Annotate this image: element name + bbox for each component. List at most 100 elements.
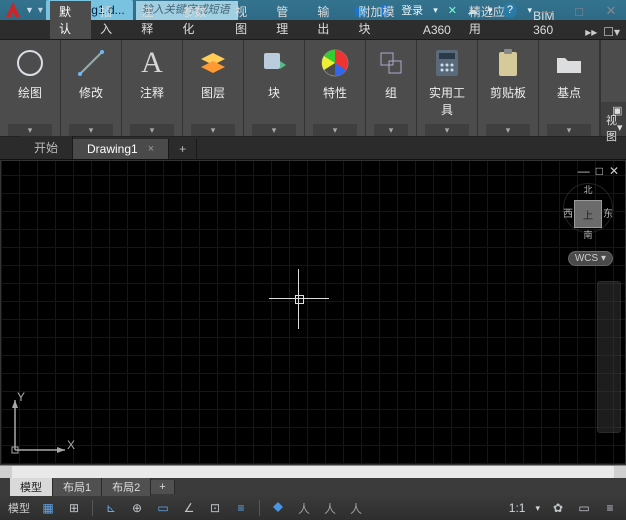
app-menu-dropdown-icon[interactable]: ▼ (25, 5, 34, 15)
panel-label: 绘图 (18, 84, 42, 101)
wcs-dropdown[interactable]: WCS ▾ (568, 251, 613, 266)
panel-label: 修改 (79, 84, 103, 101)
panel-expand-icon[interactable]: ▾ (313, 124, 357, 136)
swatch-icon[interactable] (318, 46, 352, 80)
track-icon[interactable]: ∠ (181, 500, 197, 516)
customize-icon[interactable]: ≡ (602, 500, 618, 516)
draw-icon[interactable] (13, 46, 47, 80)
doctab-start[interactable]: 开始 (20, 136, 73, 159)
tab-insert[interactable]: 插入 (91, 1, 132, 39)
document-tabs: 开始 Drawing1× + (0, 137, 626, 160)
model-space-label[interactable]: 模型 (8, 500, 30, 516)
ucs-x-label: X (67, 438, 75, 452)
doctab-new[interactable]: + (169, 139, 197, 159)
anno-auto-icon[interactable]: 人 (348, 500, 364, 516)
lineweight-icon[interactable]: ≡ (233, 500, 249, 516)
window-close[interactable]: ✕ (602, 4, 620, 18)
viewport-maximize-icon[interactable]: □ (596, 164, 603, 178)
window-maximize[interactable]: □ (570, 4, 588, 18)
ortho-icon[interactable]: ⊾ (103, 500, 119, 516)
panel-label: 特性 (323, 84, 347, 101)
folder-icon[interactable] (552, 46, 586, 80)
isodraft-icon[interactable] (270, 500, 286, 516)
anno-vis-icon[interactable]: 人 (322, 500, 338, 516)
qat-dropdown-icon[interactable]: ▾ (38, 5, 43, 16)
settings-icon[interactable]: ✿ (550, 500, 566, 516)
panel-expand-icon[interactable]: ▾ (486, 124, 530, 136)
panel-expand-icon[interactable]: ▾ (547, 124, 591, 136)
polar-icon[interactable]: ⊕ (129, 500, 145, 516)
panel-expand-icon[interactable]: ▾ (8, 124, 52, 136)
layout-1[interactable]: 布局1 (53, 478, 102, 496)
viewcube[interactable]: 北 西 上 东 南 (563, 183, 613, 233)
scale-label[interactable]: 1:1 (509, 501, 526, 515)
scale-dropdown-icon[interactable]: ▾ (535, 503, 540, 514)
close-icon[interactable]: × (148, 143, 154, 155)
tab-featured[interactable]: 精选应用 (460, 1, 524, 39)
panel-label: 块 (268, 84, 280, 101)
panel-label: 基点 (557, 84, 581, 101)
workspace-icon[interactable]: ▭ (576, 500, 592, 516)
dynamic-input-icon[interactable]: ⊡ (207, 500, 223, 516)
panel-layers: 图层 ▾ (183, 40, 244, 136)
exchange-icon[interactable]: ✕ (448, 4, 457, 17)
panel-expand-icon[interactable]: ▾ (130, 124, 174, 136)
drawing-canvas[interactable]: — □ ✕ 北 西 上 东 南 WCS ▾ Y X (0, 160, 626, 465)
panel-utilities: 实用工具 ▾ (417, 40, 478, 136)
grid (1, 161, 625, 464)
viewport-close-icon[interactable]: ✕ (609, 164, 619, 178)
navigation-bar[interactable] (597, 281, 621, 433)
tab-view[interactable]: 视图 (226, 1, 267, 39)
modify-icon[interactable] (74, 46, 108, 80)
panel-expand-icon[interactable]: ▾ (374, 124, 408, 136)
layout-model[interactable]: 模型 (10, 478, 53, 496)
panel-block: 块 ▾ (244, 40, 305, 136)
osnap-icon[interactable]: ▭ (155, 500, 171, 516)
group-icon[interactable] (374, 46, 408, 80)
tabs-settings-icon[interactable]: ☐▾ (603, 25, 620, 39)
layout-add[interactable]: + (151, 480, 174, 494)
panel-expand-icon[interactable]: ▾ (252, 124, 296, 136)
grid-toggle-icon[interactable]: ▦ (40, 500, 56, 516)
text-icon[interactable]: A (135, 46, 169, 80)
tab-parametric[interactable]: 参数化 (173, 1, 226, 39)
horizontal-scrollbar[interactable] (0, 465, 626, 478)
tab-addons[interactable]: 附加模块 (350, 1, 414, 39)
ucs-y-label: Y (17, 390, 25, 404)
ribbon: 绘图 ▾ 修改 ▾ A 注释 ▾ 图层 ▾ 块 ▾ 特性 ▾ 组 ▾ 实用工具 … (0, 40, 626, 137)
panel-basepoint: 基点 ▾ (539, 40, 600, 136)
viewport-minimize-icon[interactable]: — (578, 164, 590, 178)
tab-default[interactable]: 默认 (50, 1, 91, 39)
panel-group: 组 ▾ (366, 40, 417, 136)
panel-annotate: A 注释 ▾ (122, 40, 183, 136)
panel-clipboard: 剪贴板 ▾ (478, 40, 539, 136)
layout-2[interactable]: 布局2 (102, 478, 151, 496)
snap-toggle-icon[interactable]: ⊞ (66, 500, 82, 516)
panel-expand-icon[interactable]: ▾ (425, 124, 469, 136)
calculator-icon[interactable] (430, 46, 464, 80)
ribbon-tabs: 默认 插入 注释 参数化 视图 管理 输出 附加模块 A360 精选应用 BIM… (0, 20, 626, 40)
layers-icon[interactable] (196, 46, 230, 80)
panel-draw: 绘图 ▾ (0, 40, 61, 136)
tab-a360[interactable]: A360 (414, 21, 460, 39)
view-dropdown[interactable]: 视图▾ (601, 119, 626, 136)
signin-dropdown-icon[interactable]: ▾ (433, 5, 438, 16)
tab-annotate[interactable]: 注释 (132, 1, 173, 39)
panel-label: 实用工具 (425, 84, 469, 118)
anno-scale-icon[interactable]: 人 (296, 500, 312, 516)
window-minimize[interactable]: — (538, 4, 556, 18)
panel-label: 图层 (201, 84, 225, 101)
tab-output[interactable]: 输出 (308, 1, 349, 39)
panel-modify: 修改 ▾ (61, 40, 122, 136)
clipboard-icon[interactable] (491, 46, 525, 80)
doctab-drawing1[interactable]: Drawing1× (73, 139, 169, 159)
block-icon[interactable] (257, 46, 291, 80)
panel-label: 剪贴板 (490, 84, 526, 101)
tab-manage[interactable]: 管理 (267, 1, 308, 39)
tabs-overflow-icon[interactable]: ▸▸ (585, 25, 597, 39)
panel-expand-icon[interactable]: ▾ (69, 124, 113, 136)
app-logo[interactable] (2, 0, 24, 21)
panel-label: 组 (385, 84, 397, 101)
status-bar: 模型 ▦ ⊞ ⊾ ⊕ ▭ ∠ ⊡ ≡ 人 人 人 1:1 ▾ ✿ ▭ ≡ (0, 496, 626, 520)
panel-expand-icon[interactable]: ▾ (191, 124, 235, 136)
